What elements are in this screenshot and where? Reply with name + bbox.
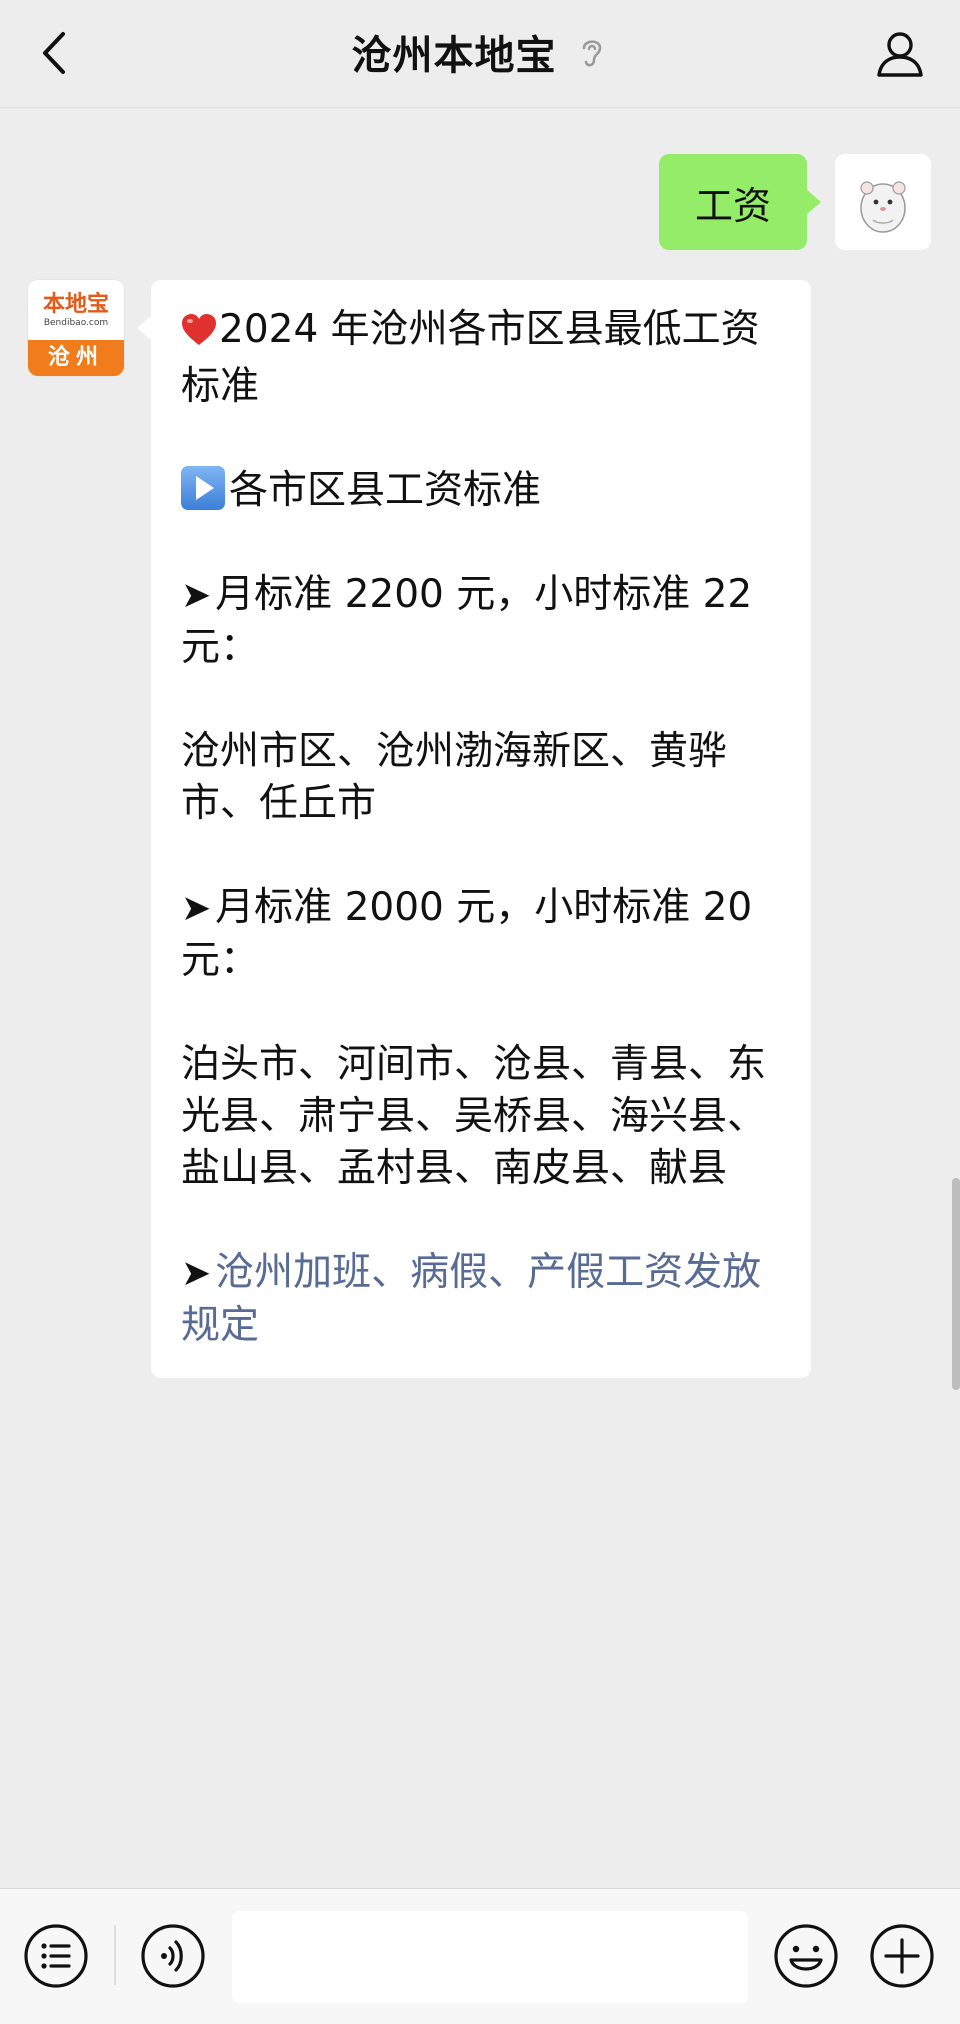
message-input[interactable]: [232, 1911, 748, 2003]
section-heading: 各市区县工资标准: [181, 465, 783, 517]
heart-icon: [181, 309, 217, 361]
play-button-icon: [181, 466, 225, 510]
plus-icon: [870, 1924, 934, 1988]
message-title: 2024 年沧州各市区县最低工资标准: [181, 307, 760, 409]
chat-title: 沧州本地宝: [351, 33, 557, 79]
chat-title-area: 沧州本地宝: [0, 22, 960, 82]
arrow-icon: ➤: [181, 575, 212, 616]
tier1-standard: ➤ 月标准 2200 元，小时标准 22 元：: [181, 569, 783, 674]
tier2-standard: ➤ 月标准 2000 元，小时标准 20 元：: [181, 882, 783, 987]
profile-button[interactable]: [870, 24, 930, 84]
message-title-line: 2024 年沧州各市区县最低工资标准: [181, 304, 783, 413]
person-icon: [877, 32, 923, 77]
user-message-bubble: 工资: [658, 154, 822, 250]
related-link-line: ➤ 沧州加班、病假、产假工资发放规定: [181, 1247, 783, 1352]
ear-icon: [579, 32, 609, 72]
voice-button[interactable]: [139, 1922, 207, 1990]
overtime-sick-maternity-pay-link[interactable]: 沧州加班、病假、产假工资发放规定: [181, 1250, 761, 1348]
tier1-standard-text: 月标准 2200 元，小时标准 22 元：: [181, 572, 753, 670]
emoji-icon: [774, 1924, 838, 1988]
top-nav-bar: 沧州本地宝: [0, 0, 960, 108]
toolbar-divider: [114, 1925, 116, 1985]
logo-domain: Bendibao.com: [43, 318, 109, 328]
hamster-avatar-icon: [860, 181, 906, 233]
bendibao-avatar[interactable]: 本地宝 Bendibao.com 沧州: [28, 280, 124, 376]
logo-text: 本地宝: [42, 291, 109, 317]
tier2-areas: 泊头市、河间市、沧县、青县、东光县、肃宁县、吴桥县、海兴县、盐山县、孟村县、南皮…: [181, 1042, 767, 1191]
more-button[interactable]: [868, 1922, 936, 1990]
section-heading-text: 各市区县工资标准: [229, 468, 542, 513]
bot-message-bubble: 2024 年沧州各市区县最低工资标准 各市区县工资标准 ➤ 月标准 2200 元，…: [137, 280, 811, 1378]
arrow-icon: ➤: [181, 1253, 212, 1294]
scrollbar[interactable]: [952, 1178, 960, 1390]
user-message-text: 工资: [694, 183, 771, 228]
tier1-areas: 沧州市区、沧州渤海新区、黄骅市、任丘市: [181, 729, 728, 826]
user-avatar[interactable]: [835, 154, 931, 250]
bendibao-logo: 本地宝 Bendibao.com: [28, 280, 124, 340]
avatar-city: 沧州: [28, 340, 124, 376]
list-menu-icon: [24, 1924, 88, 1988]
arrow-icon: ➤: [181, 888, 212, 929]
menu-button[interactable]: [22, 1922, 90, 1990]
tier2-standard-text: 月标准 2000 元，小时标准 20 元：: [181, 885, 753, 983]
voice-icon: [141, 1924, 205, 1988]
chat-input-bar: [0, 1888, 960, 2024]
emoji-button[interactable]: [772, 1922, 840, 1990]
